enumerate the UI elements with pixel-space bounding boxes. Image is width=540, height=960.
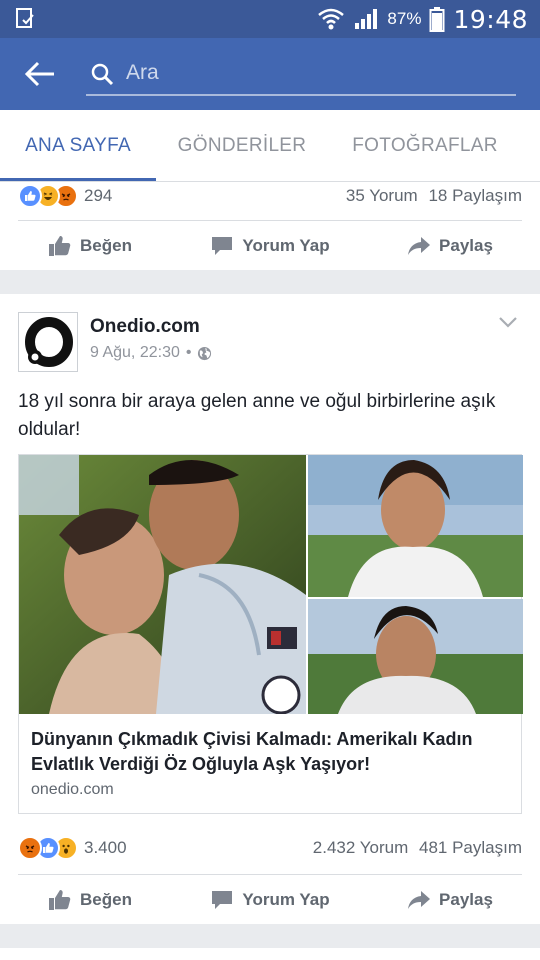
share-arrow-icon xyxy=(408,891,431,909)
comment-count[interactable]: 2.432 Yorum xyxy=(313,838,408,857)
reaction-count: 3.400 xyxy=(84,838,127,857)
post-author[interactable]: Onedio.com xyxy=(90,316,200,338)
tab-posts[interactable]: GÖNDERİLER xyxy=(160,110,324,182)
post-meta: 9 Ağu, 22:30 • xyxy=(90,344,212,362)
back-arrow-icon[interactable] xyxy=(24,60,56,88)
post-timestamp[interactable]: 9 Ağu, 22:30 xyxy=(90,344,180,362)
share-count[interactable]: 18 Paylaşım xyxy=(428,186,522,205)
post-card: Onedio.com 9 Ağu, 22:30 • 18 yıl sonra b… xyxy=(0,294,540,924)
share-count[interactable]: 481 Paylaşım xyxy=(419,838,522,857)
battery-icon xyxy=(429,7,445,32)
clock: 19:48 xyxy=(453,4,528,34)
download-notification-icon xyxy=(16,8,34,28)
link-preview-image-woman xyxy=(308,455,523,597)
signal-icon xyxy=(355,9,378,29)
comment-count[interactable]: 35 Yorum xyxy=(346,186,418,205)
link-preview[interactable]: Dünyanın Çıkmadık Çivisi Kalmadı: Amerik… xyxy=(18,454,523,814)
thumbs-up-icon xyxy=(49,236,71,256)
meta-separator: • xyxy=(185,344,192,361)
share-label: Paylaş xyxy=(439,890,493,909)
reaction-count: 294 xyxy=(84,186,113,205)
active-tab-indicator xyxy=(0,178,156,181)
globe-icon xyxy=(198,346,212,360)
previous-post-footer: 294 35 Yorum 18 Paylaşım Beğen Yorum Yap… xyxy=(0,182,540,270)
comment-icon xyxy=(212,891,233,909)
reaction-summary: 3.400 xyxy=(18,836,127,860)
search-icon xyxy=(91,63,114,86)
search-input[interactable] xyxy=(86,52,516,96)
like-label: Beğen xyxy=(80,236,132,255)
reaction-summary: 294 xyxy=(18,184,112,208)
link-preview-image-main xyxy=(19,455,306,714)
thumbs-up-icon xyxy=(49,890,71,910)
battery-percent: 87% xyxy=(387,9,422,28)
comment-label: Yorum Yap xyxy=(242,236,330,255)
onedio-avatar[interactable] xyxy=(18,312,78,372)
tab-home[interactable]: ANA SAYFA xyxy=(0,110,156,182)
link-preview-image-man xyxy=(308,599,523,714)
post-actions: Beğen Yorum Yap Paylaş xyxy=(0,221,540,271)
status-bar: 87% 19:48 xyxy=(0,0,540,38)
link-title[interactable]: Dünyanın Çıkmadık Çivisi Kalmadı: Amerik… xyxy=(31,727,511,777)
next-post-card xyxy=(0,948,540,960)
link-domain: onedio.com xyxy=(31,781,114,798)
post-text: 18 yıl sonra bir araya gelen anne ve oğu… xyxy=(18,391,496,440)
comment-button[interactable]: Yorum Yap xyxy=(180,235,360,257)
comment-button[interactable]: Yorum Yap xyxy=(180,889,360,911)
comment-label: Yorum Yap xyxy=(242,890,330,909)
like-reaction-icon xyxy=(18,184,42,208)
share-label: Paylaş xyxy=(439,236,493,255)
page-tabs: ANA SAYFA GÖNDERİLER FOTOĞRAFLAR xyxy=(0,110,540,182)
tab-photos[interactable]: FOTOĞRAFLAR xyxy=(340,110,510,182)
wifi-icon xyxy=(318,8,345,30)
chevron-down-icon[interactable] xyxy=(498,316,518,330)
reaction-stats[interactable]: 294 35 Yorum 18 Paylaşım xyxy=(18,182,522,210)
engagement-counts: 35 Yorum 18 Paylaşım xyxy=(340,186,522,206)
post-actions: Beğen Yorum Yap Paylaş xyxy=(0,875,540,925)
share-arrow-icon xyxy=(408,237,431,255)
like-button[interactable]: Beğen xyxy=(0,235,180,257)
angry-reaction-icon xyxy=(18,836,42,860)
reaction-stats[interactable]: 3.400 2.432 Yorum 481 Paylaşım xyxy=(18,834,522,862)
search-header xyxy=(0,38,540,110)
onedio-logo xyxy=(25,317,73,367)
share-button[interactable]: Paylaş xyxy=(360,889,540,911)
comment-icon xyxy=(212,237,233,255)
share-button[interactable]: Paylaş xyxy=(360,235,540,257)
like-label: Beğen xyxy=(80,890,132,909)
engagement-counts: 2.432 Yorum 481 Paylaşım xyxy=(307,838,522,858)
like-button[interactable]: Beğen xyxy=(0,889,180,911)
